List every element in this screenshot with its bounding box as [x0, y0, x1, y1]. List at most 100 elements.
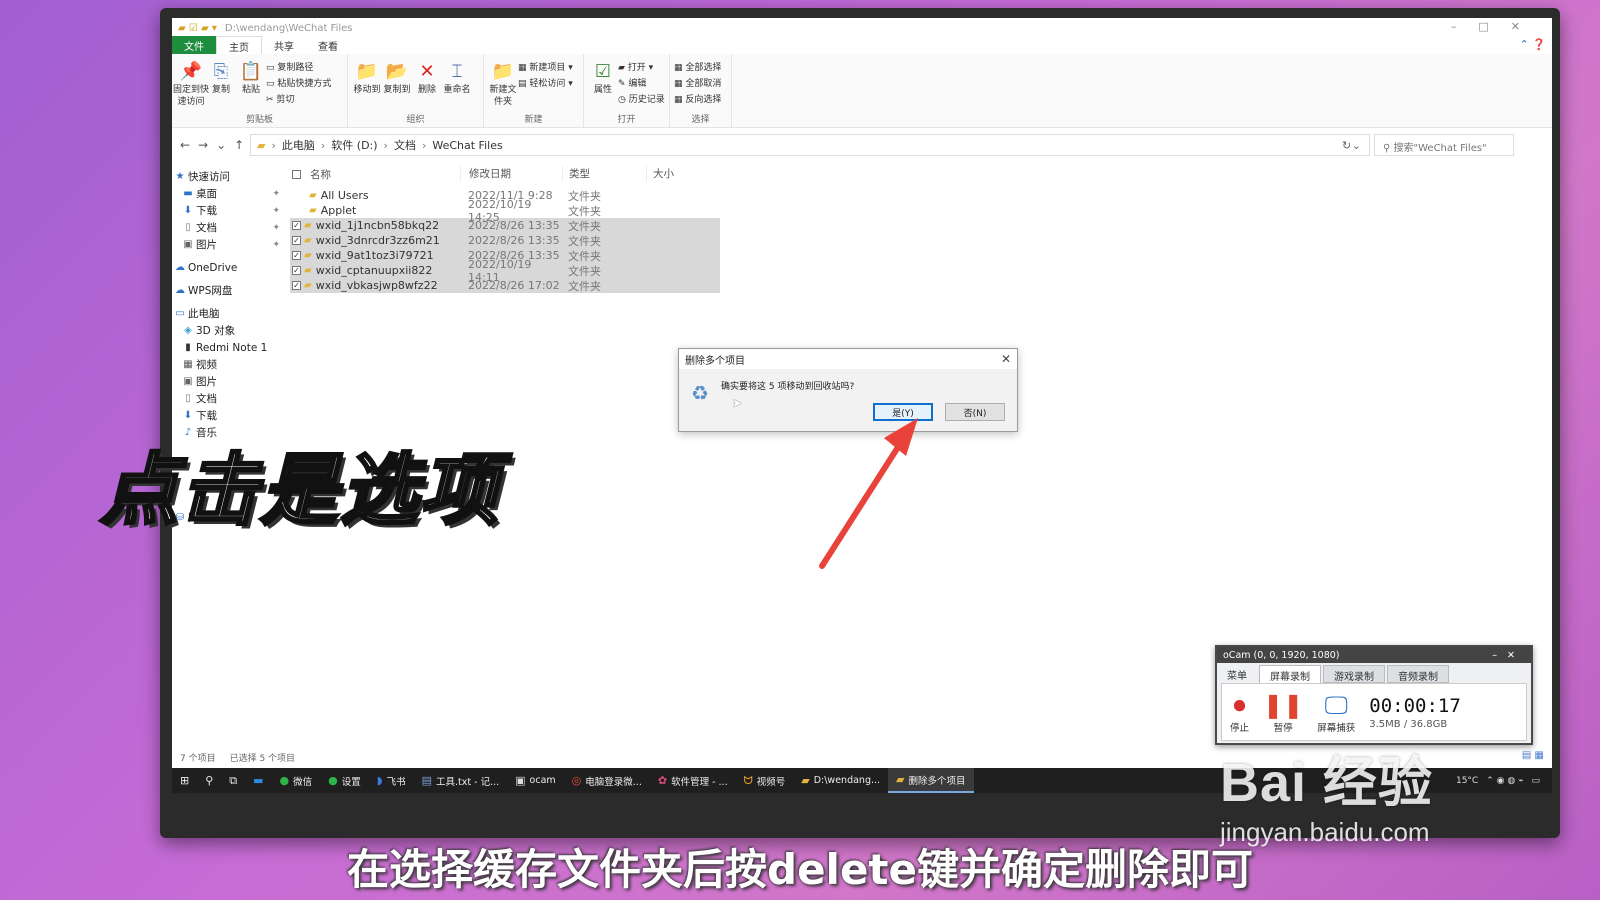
folder-icon: ▰ [304, 265, 312, 276]
start-button[interactable]: ⊞ [172, 768, 197, 793]
taskbar-item[interactable]: ▣ ocam [507, 768, 564, 793]
ocam-tab-audio[interactable]: 音频录制 [1387, 665, 1449, 683]
breadcrumb-wechat-files[interactable]: WeChat Files [432, 139, 502, 152]
tab-view[interactable]: 查看 [306, 36, 350, 54]
invert-selection-button[interactable]: ▦ 反向选择 [674, 92, 721, 105]
tab-share[interactable]: 共享 [262, 36, 306, 54]
select-none-button[interactable]: ▦ 全部取消 [674, 76, 721, 89]
row-checkbox[interactable] [292, 206, 306, 216]
file-name-cell: ✓ ▰ wxid_1j1ncbn58bkq22 [290, 219, 460, 232]
view-toggle-icons[interactable]: ▤ ▦ [1522, 750, 1544, 761]
new-item-button[interactable]: ▦ 新建项目 ▾ [518, 60, 573, 73]
nav-wps[interactable]: ☁ WPS网盘 [172, 282, 284, 299]
breadcrumb-drive[interactable]: 软件 (D:) [331, 137, 377, 153]
file-type: 文件夹 [568, 234, 601, 248]
row-checkbox[interactable]: ✓ [292, 221, 301, 230]
nav-onedrive[interactable]: ☁ OneDrive [172, 259, 284, 276]
nav-phone[interactable]: ▮ Redmi Note 1 [172, 339, 284, 356]
ocam-tab-game[interactable]: 游戏录制 [1323, 665, 1385, 683]
history-button[interactable]: ◷ 历史记录 [618, 92, 665, 105]
nav-this-pc[interactable]: ▭ 此电脑 [172, 305, 284, 322]
nav-desktop[interactable]: ▬ 桌面 ✦ [172, 185, 284, 202]
table-row[interactable]: ✓ ▰ wxid_vbkasjwp8wfz22 2022/8/26 17:02 文件夹 [290, 278, 720, 293]
taskbar-item[interactable]: ● 设置 [320, 768, 369, 793]
nav-downloads[interactable]: ⬇ 下载 ✦ [172, 202, 284, 219]
task-view-icon: ⧉ [229, 773, 238, 787]
mail-icon: ▬ [253, 774, 264, 787]
paste-icon: 📋 [239, 61, 263, 82]
row-checkbox[interactable]: ✓ [292, 236, 301, 245]
easy-access-button[interactable]: ▤ 轻松访问 ▾ [518, 76, 573, 89]
refresh-icon[interactable]: ↻ [1342, 139, 1351, 152]
ribbon-group-open: ☑ 属性 ▰ 打开 ▾ ✎ 编辑 ◷ 历史记录 打开 [584, 54, 670, 127]
breadcrumb-documents[interactable]: 文档 [394, 137, 416, 153]
nav-documents[interactable]: ▯ 文档 ✦ [172, 219, 284, 236]
folder-icon: ▰ ☑ ▰ ▾ [178, 22, 217, 34]
close-icon[interactable]: ✕ [1001, 352, 1011, 366]
mail-button[interactable]: ▬ [245, 768, 271, 793]
taskbar-item-label: ocam [529, 775, 556, 786]
nav-videos[interactable]: ▦ 视频 [172, 356, 284, 373]
monitor-icon: 🖵 [1324, 691, 1348, 719]
nav-pc-pictures[interactable]: ▣ 图片 [172, 373, 284, 390]
nav-buttons[interactable]: ←→⌄↑ [172, 138, 250, 152]
table-row[interactable]: ✓ ▰ wxid_1j1ncbn58bkq22 2022/8/26 13:35 文件夹 [290, 218, 720, 233]
file-list: 名称 修改日期 类型 大小 ▰ All Users 2022/11/1 9:28 文件… [290, 166, 720, 293]
table-row[interactable]: ✓ ▰ wxid_cptanuupxii822 2022/10/19 14:11 文件夹 [290, 258, 720, 284]
task-view-button[interactable]: ⧉ [221, 768, 245, 793]
ocam-tab-screen[interactable]: 屏幕录制 [1259, 665, 1321, 683]
tab-file[interactable]: 文件 [172, 36, 216, 54]
select-all-checkbox[interactable] [292, 169, 301, 179]
column-date[interactable]: 修改日期 [460, 166, 562, 182]
taskbar-item[interactable]: ▰ D:\wendang... [793, 768, 888, 793]
search-taskbar-button[interactable]: ⚲ [197, 768, 221, 793]
open-button[interactable]: ▰ 打开 ▾ [618, 60, 665, 73]
copy-path-button[interactable]: ▭ 复制路径 [266, 60, 331, 73]
tab-home[interactable]: 主页 [216, 36, 262, 54]
recording-size: 3.5MB / 36.8GB [1369, 718, 1448, 730]
paste-shortcut-button[interactable]: ▭ 粘贴快捷方式 [266, 76, 331, 89]
stop-button[interactable]: ⏺ 停止 [1230, 690, 1249, 734]
row-checkbox[interactable]: ✓ [292, 251, 301, 260]
screen-capture-button[interactable]: 🖵 屏幕捕获 [1317, 690, 1355, 734]
ocam-window-controls[interactable]: –✕ [1492, 650, 1531, 661]
notification-icon[interactable]: ▭ [1531, 776, 1540, 786]
tray-icons[interactable]: ⌃ ◉ ◍ ⌁ [1486, 776, 1523, 786]
select-all-button[interactable]: ▦ 全部选择 [674, 60, 721, 73]
row-checkbox[interactable] [292, 191, 306, 201]
taskbar-item[interactable]: ✿ 软件管理 - ... [650, 768, 736, 793]
taskbar-item[interactable]: ◎ 电脑登录微... [564, 768, 650, 793]
nav-pc-downloads[interactable]: ⬇ 下载 [172, 407, 284, 424]
ocam-tab-menu[interactable]: 菜单 [1217, 665, 1257, 683]
address-bar[interactable]: ▰ › 此电脑 › 软件 (D:) › 文档 › WeChat Files ⌄ [250, 134, 1370, 156]
search-input[interactable]: ⚲ 搜索"WeChat Files" [1374, 134, 1514, 156]
edit-button[interactable]: ✎ 编辑 [618, 76, 665, 89]
table-row[interactable]: ▰ Applet 2022/10/19 14:25 文件夹 [290, 198, 720, 224]
nav-pictures[interactable]: ▣ 图片 ✦ [172, 236, 284, 253]
system-tray: 15°C ⌃ ◉ ◍ ⌁ ▭ [1456, 776, 1552, 786]
taskbar-item[interactable]: ● 微信 [272, 768, 321, 793]
window-controls[interactable]: –□✕ [1451, 20, 1542, 33]
breadcrumb-this-pc[interactable]: 此电脑 [282, 137, 315, 153]
chevron-down-icon[interactable]: ⌄ [1352, 139, 1361, 152]
overlay-caption: 点击是选项 [98, 445, 501, 538]
yes-button[interactable]: 是(Y) [873, 403, 933, 421]
nav-quick-access[interactable]: ★ 快速访问 [172, 168, 284, 185]
taskbar-item[interactable]: ▤ 工具.txt - 记... [414, 768, 508, 793]
pause-button[interactable]: ❚❚ 暂停 [1263, 690, 1303, 734]
taskbar-item[interactable]: ▰ 删除多个项目 [888, 768, 974, 793]
row-checkbox[interactable]: ✓ [292, 281, 301, 290]
table-row[interactable]: ✓ ▰ wxid_3dnrcdr3zz6m21 2022/8/26 13:35 文件夹 [290, 233, 720, 248]
taskbar-item[interactable]: ◗ 飞书 [369, 768, 414, 793]
cut-button[interactable]: ✂ 剪切 [266, 92, 331, 105]
column-size[interactable]: 大小 [646, 166, 700, 182]
row-checkbox[interactable]: ✓ [292, 266, 301, 275]
nav-pc-documents[interactable]: ▯ 文档 [172, 390, 284, 407]
column-name[interactable]: 名称 [290, 166, 460, 182]
taskbar-item[interactable]: ᗢ 视频号 [736, 768, 794, 793]
help-icon[interactable]: ⌃ ❓ [1520, 38, 1546, 51]
no-button[interactable]: 否(N) [945, 403, 1005, 421]
picture-icon: ▣ [183, 239, 193, 250]
nav-3d-objects[interactable]: ◈ 3D 对象 [172, 322, 284, 339]
column-type[interactable]: 类型 [562, 166, 646, 182]
